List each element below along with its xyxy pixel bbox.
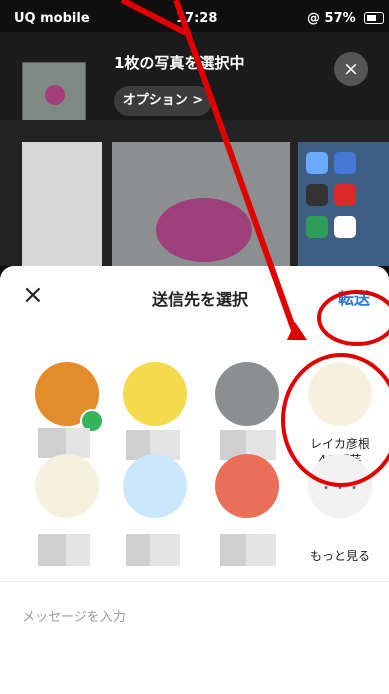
- more-symbol: ・・・: [319, 481, 361, 497]
- photo-thumbnail: [22, 62, 86, 126]
- recipient-name-line1: レイカ彦根: [309, 437, 370, 451]
- close-icon[interactable]: ×: [22, 280, 44, 310]
- separator: [0, 581, 389, 582]
- more-label[interactable]: もっと見る: [296, 548, 384, 564]
- recipient-avatar[interactable]: [35, 454, 99, 518]
- clock: 17:28: [176, 11, 218, 26]
- options-button[interactable]: オプション >: [114, 86, 212, 116]
- forward-button[interactable]: 転送: [338, 285, 370, 309]
- recipient-avatar[interactable]: [215, 362, 279, 426]
- person-icon[interactable]: [123, 454, 187, 518]
- selection-count-text: 1枚の写真を選択中: [114, 54, 245, 72]
- photo-preview-area: [0, 120, 389, 266]
- recipient-avatar[interactable]: [123, 362, 187, 426]
- status-bar: UQ mobile 17:28 @ 57%: [0, 0, 389, 32]
- preview-main-photo: [112, 142, 290, 266]
- recipient-avatar[interactable]: [308, 362, 372, 426]
- more-icon[interactable]: ・・・: [308, 454, 372, 518]
- battery-percent: @ 57%: [307, 11, 356, 26]
- message-input[interactable]: メッセージを入力: [22, 606, 126, 625]
- preview-left-screenshot: [22, 142, 102, 266]
- sheet-title: 送信先を選択: [152, 290, 249, 309]
- carrier-label: UQ mobile: [14, 11, 90, 26]
- battery-icon: [364, 12, 384, 24]
- recipient-avatar[interactable]: [215, 454, 279, 518]
- preview-right-screenshot: [298, 142, 389, 266]
- close-icon[interactable]: ×: [334, 52, 368, 86]
